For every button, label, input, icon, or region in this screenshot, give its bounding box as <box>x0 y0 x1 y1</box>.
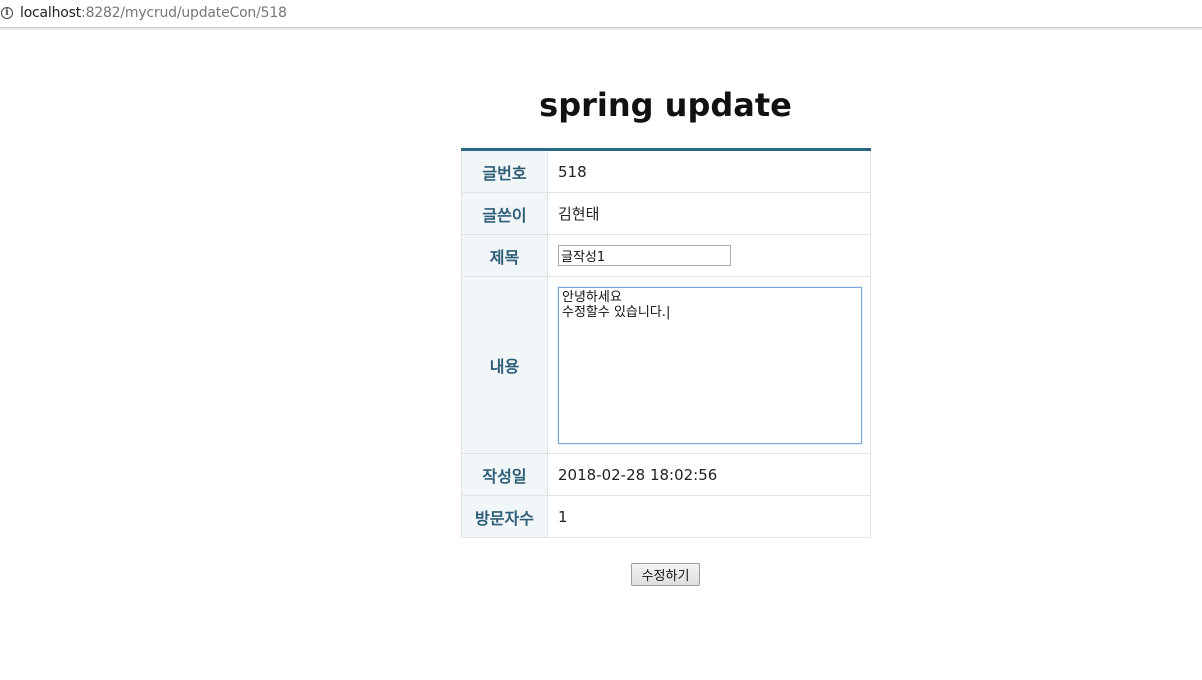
table-row-visits: 방문자수 1 <box>461 495 871 538</box>
value-no: 518 <box>547 149 871 193</box>
table-row-writer: 글쓴이 김현태 <box>461 192 871 235</box>
url-path: :8282/mycrud/updateCon/518 <box>81 5 287 21</box>
value-visits: 1 <box>547 495 871 538</box>
label-visits: 방문자수 <box>461 495 548 538</box>
label-content: 내용 <box>461 276 548 454</box>
label-subject: 제목 <box>461 234 548 277</box>
subject-input[interactable] <box>558 245 731 266</box>
update-form-table: 글번호 518 글쓴이 김현태 제목 내용 안녕하세요 수정할수 있습니다.| … <box>461 148 871 538</box>
value-writer: 김현태 <box>547 192 871 235</box>
subject-cell <box>547 234 871 277</box>
content-cell: 안녕하세요 수정할수 있습니다.| <box>547 276 871 454</box>
label-writer: 글쓴이 <box>461 192 548 235</box>
label-date: 작성일 <box>461 453 548 496</box>
content-textarea[interactable]: 안녕하세요 수정할수 있습니다.| <box>558 286 862 444</box>
url-text[interactable]: localhost:8282/mycrud/updateCon/518 <box>20 5 287 21</box>
label-no: 글번호 <box>461 149 548 193</box>
url-host: localhost <box>20 5 82 21</box>
table-row-content: 내용 안녕하세요 수정할수 있습니다.| <box>461 276 871 454</box>
table-row-subject: 제목 <box>461 234 871 277</box>
info-icon[interactable]: i <box>1 7 13 19</box>
update-submit-button[interactable]: 수정하기 <box>631 563 700 586</box>
table-row-date: 작성일 2018-02-28 18:02:56 <box>461 453 871 496</box>
table-row-no: 글번호 518 <box>461 149 871 193</box>
address-bar[interactable]: i localhost:8282/mycrud/updateCon/518 <box>0 0 1202 28</box>
value-date: 2018-02-28 18:02:56 <box>547 453 871 496</box>
page-title: spring update <box>539 86 792 124</box>
